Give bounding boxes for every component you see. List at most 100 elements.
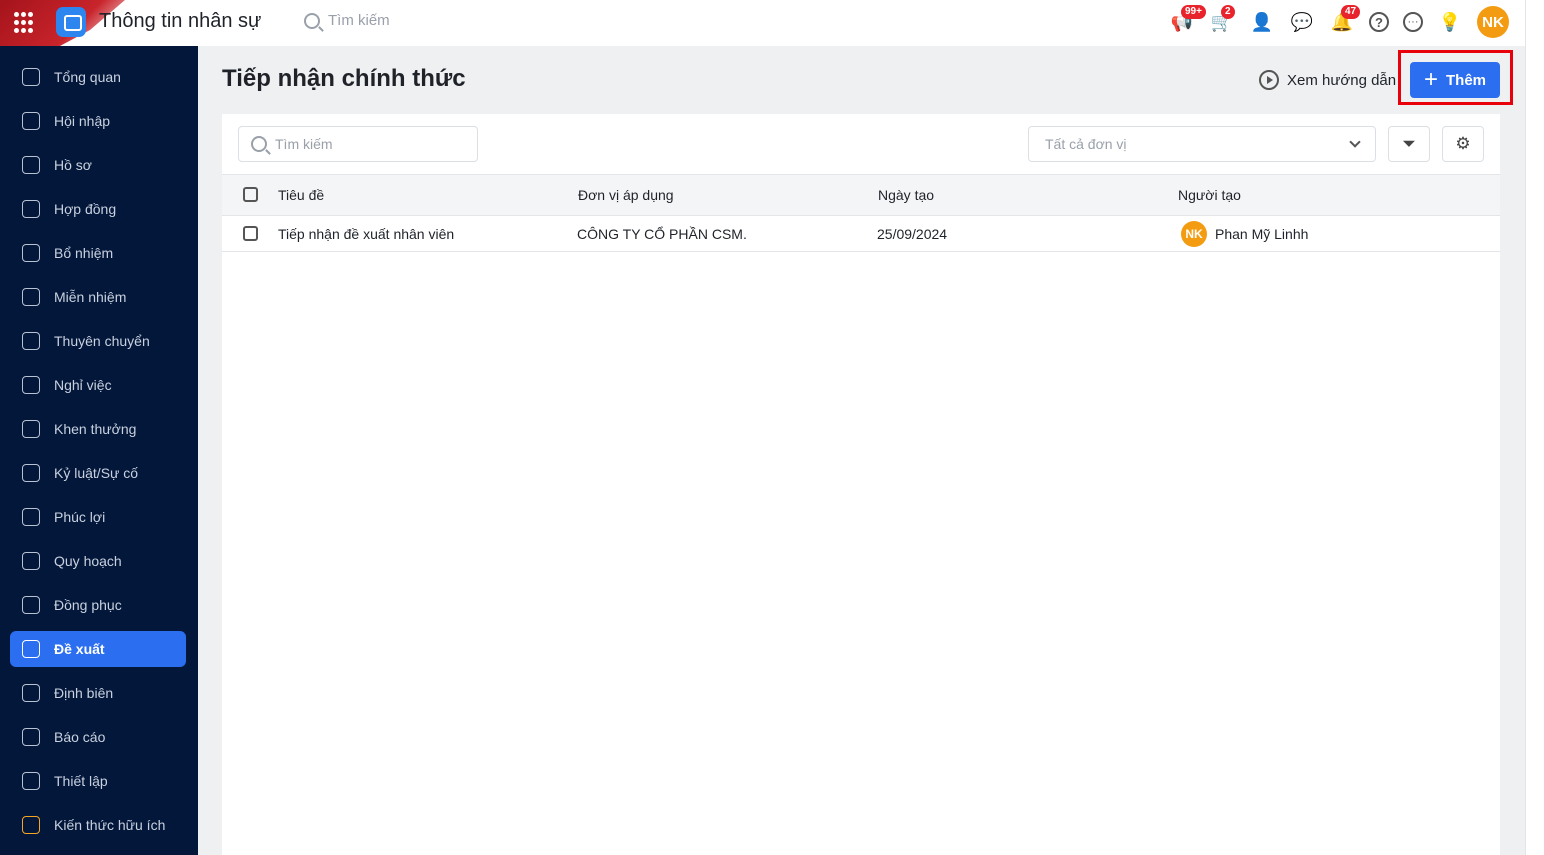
sidebar-item-label: Kiến thức hữu ích [54,817,166,833]
announcement-badge: 99+ [1181,5,1206,19]
sidebar-item-11[interactable]: Phúc lợi [10,499,186,535]
filter-button[interactable]: ⏷ [1388,126,1430,162]
sidebar-item-icon [22,332,40,350]
content-card: Tìm kiếm Tất cả đơn vị ⏷ ⚙ Tiêu đề Đơn v… [222,114,1500,855]
megaphone-icon[interactable]: 📢 99+ [1169,5,1206,35]
user-avatar[interactable]: NK [1477,6,1509,38]
sidebar-item-7[interactable]: Thuyên chuyển [10,323,186,359]
guide-button[interactable]: Xem hướng dẫn [1259,70,1396,90]
search-icon [304,12,320,29]
notification-badge: 47 [1341,5,1361,19]
chat-icon[interactable]: 💬 [1289,9,1315,35]
sidebar-item-3[interactable]: Hồ sơ [10,147,186,183]
sidebar-item-icon [22,684,40,702]
sidebar-item-label: Báo cáo [54,729,106,745]
column-creator[interactable]: Người tạo [1178,175,1241,215]
help-icon[interactable]: ? [1369,12,1389,32]
search-input[interactable]: Tìm kiếm [238,126,478,162]
column-date[interactable]: Ngày tạo [878,175,934,215]
sidebar-item-label: Kỷ luật/Sự cố [54,465,139,481]
sidebar-item-4[interactable]: Hợp đồng [10,191,186,227]
column-title[interactable]: Tiêu đề [278,175,324,215]
side-panel-edge [1525,0,1544,855]
gear-icon: ⚙ [1455,134,1471,153]
sidebar-item-9[interactable]: Khen thưởng [10,411,186,447]
sidebar-item-label: Miễn nhiệm [54,289,127,305]
app-title: Thông tin nhân sự [99,10,262,32]
sidebar-item-icon [22,772,40,790]
sidebar-item-icon [22,68,40,86]
sidebar-item-label: Nghỉ việc [54,377,112,393]
column-unit[interactable]: Đơn vị áp dụng [578,175,674,215]
select-all-checkbox[interactable] [243,187,258,202]
guide-label: Xem hướng dẫn [1287,71,1397,89]
sidebar-item-16[interactable]: Báo cáo [10,719,186,755]
sidebar-item-label: Đồng phục [54,597,122,613]
row-checkbox[interactable] [243,225,258,241]
row-title[interactable]: Tiếp nhận đề xuất nhân viên [278,216,454,251]
sidebar-item-icon [22,288,40,306]
sidebar-item-icon [22,244,40,262]
play-icon [1259,70,1279,90]
app-logo-icon [56,7,86,37]
row-date: 25/09/2024 [877,225,948,242]
search-icon [251,136,267,152]
search-placeholder: Tìm kiếm [275,136,333,152]
sidebar-item-label: Thiết lập [54,773,108,789]
sidebar-item-8[interactable]: Nghỉ việc [10,367,186,403]
settings-button[interactable]: ⚙ [1442,126,1484,162]
sidebar-item-icon [22,200,40,218]
sidebar-item-14[interactable]: Đề xuất [10,631,186,667]
sidebar-item-label: Định biên [54,685,114,701]
row-unit: CÔNG TY CỔ PHẦN CSM. [577,225,747,242]
sidebar-item-6[interactable]: Miễn nhiệm [10,279,186,315]
cart-icon[interactable]: 🛒 2 [1209,5,1235,35]
sidebar-item-icon [22,508,40,526]
sidebar-item-label: Phúc lợi [54,509,106,525]
sidebar-item-label: Tổng quan [54,69,121,85]
sidebar-item-13[interactable]: Đồng phục [10,587,186,623]
sidebar-item-icon [22,112,40,130]
sidebar-item-12[interactable]: Quy hoạch [10,543,186,579]
sidebar-item-icon [22,596,40,614]
add-label: Thêm [1446,71,1487,89]
top-bar: Thông tin nhân sự Tìm kiếm 📢 99+ 🛒 2 👤 💬 🔔… [0,0,1525,46]
sidebar-item-icon [22,156,40,174]
sidebar-item-label: Bổ nhiệm [54,245,114,261]
lightbulb-book-icon[interactable]: 💡 [1437,9,1463,35]
sidebar: Tổng quan Hội nhập Hồ sơ Hợp đồng Bổ nhiệm Mi… [0,46,198,855]
filter-icon: ⏷ [1402,134,1416,153]
sidebar-item-label: Đề xuất [54,641,105,657]
sidebar-item-label: Hội nhập [54,113,111,129]
app-grid-icon[interactable] [14,12,36,34]
top-search[interactable]: Tìm kiếm [304,12,390,29]
chevron-down-icon [1349,136,1361,148]
avatar: NK [1181,220,1207,247]
unit-select[interactable]: Tất cả đơn vị [1028,126,1376,162]
sidebar-item-10[interactable]: Kỷ luật/Sự cố [10,455,186,491]
sidebar-item-icon [22,640,40,658]
add-button[interactable]: + Thêm [1410,62,1500,98]
sidebar-item-15[interactable]: Định biên [10,675,186,711]
table-row[interactable]: Tiếp nhận đề xuất nhân viên CÔNG TY CỔ P… [222,216,1500,252]
cart-badge: 2 [1221,5,1235,19]
sidebar-item-label: Quy hoạch [54,553,122,569]
bell-icon[interactable]: 🔔 47 [1329,5,1361,35]
sidebar-item-label: Khen thưởng [54,421,137,437]
sidebar-item-icon [22,552,40,570]
more-icon[interactable]: ··· [1403,12,1423,32]
sidebar-item-label: Thuyên chuyển [54,333,150,349]
sidebar-item-2[interactable]: Hội nhập [10,103,186,139]
sidebar-item-18[interactable]: Kiến thức hữu ích [10,807,186,843]
plus-icon: + [1423,66,1438,93]
sidebar-item-icon [22,728,40,746]
sidebar-item-5[interactable]: Bổ nhiệm [10,235,186,271]
sidebar-item-17[interactable]: Thiết lập [10,763,186,799]
table-header: Tiêu đề Đơn vị áp dụng Ngày tạo Người tạ… [222,174,1500,216]
creator-name: Phan Mỹ Linhh [1215,225,1309,242]
sidebar-item-icon [22,816,40,834]
sidebar-item-1[interactable]: Tổng quan [10,59,186,95]
search-placeholder: Tìm kiếm [328,12,390,29]
sidebar-item-label: Hồ sơ [54,157,92,173]
add-user-icon[interactable]: 👤 [1249,9,1275,35]
